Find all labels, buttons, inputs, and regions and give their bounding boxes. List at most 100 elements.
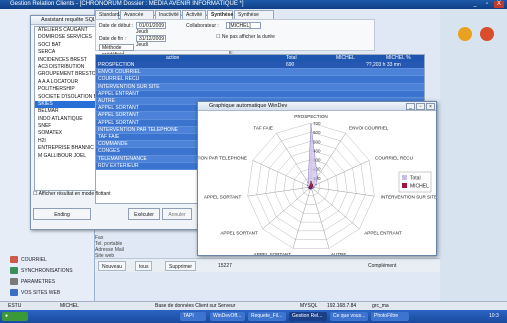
radar-point [311,184,314,186]
table-row[interactable]: INTERVENTION SUR SITE [96,83,424,91]
row-action: TAF FAIE [98,134,120,140]
radar-tick-label: 700 [313,121,321,126]
radar-category-label: APPEL SORTANT [254,252,292,255]
radar-tick-label: 600 [313,130,321,135]
date-end-field[interactable]: 31/12/2009 [136,35,166,42]
chart-window: Graphique automatique WinDev _ ▫ × 10020… [173,101,437,257]
table-row[interactable]: PROSPECTION 690 ??,203 h 33 mn [96,62,424,70]
status-bar: ESTU MICHEL Base de données Client sur S… [0,301,507,310]
nav-item-label: PARAMETRES [21,279,56,285]
start-button[interactable]: ● [2,312,28,321]
legend-label: MICHEL [410,184,429,190]
tab-4[interactable]: Synthèse [207,10,233,19]
mail-icon [10,256,18,264]
radar-category-label: TAF FAIE [253,125,273,130]
record-toolbar: Nouveau tous Supprimer 15227 Complément [95,258,440,272]
date-start-field[interactable]: 01/01/2009 [136,22,166,29]
nav-item-synchronisations[interactable]: SYNCHRONISATIONS [10,266,90,277]
row-action: ENVOI COURRIEL [98,69,141,76]
tab-2[interactable]: Inactivité [155,10,181,19]
radar-category-label: INTERVENTION SUR SITE [381,195,436,200]
execute-button[interactable]: Exécuter [128,208,160,220]
close-button[interactable]: X [494,1,504,8]
window-title: Gestion Relation Clients - [CHRONORUM Do… [10,1,244,7]
query-form: Date de début : 01/01/2009 Jeudi Date de… [95,19,375,58]
row-action: APPEL SORTANT [98,112,139,119]
taskbar-item[interactable]: Ce que vous... [330,312,368,321]
sync-icon [10,267,18,275]
row-action: INTERVENTION SUR SITE [98,83,160,90]
taskbar-item[interactable]: PhotoFiltre [371,312,409,321]
chart-window-title-bar: Graphique automatique WinDev _ ▫ × [198,102,436,111]
maximize-button[interactable]: ▫ [482,1,492,8]
help-round-icon[interactable] [458,27,472,41]
taskbar-item[interactable]: TAPI [180,312,206,321]
nav-item-courriel[interactable]: COURRIEL [10,255,90,266]
chart-maximize-button[interactable]: ▫ [416,103,425,110]
chart-close-button[interactable]: × [426,103,435,110]
row-action: APPEL SORTANT [98,119,139,126]
radar-point [309,184,311,187]
method-select[interactable]: Méthode prédéfinie [99,44,134,58]
taskbar-item[interactable]: Requete_Fil... [248,312,286,321]
nav-item-sites-web[interactable]: VOS SITES WEB [10,288,90,299]
window-title-bar: Gestion Relation Clients - [CHRONORUM Do… [0,0,507,9]
radar-tick-label: 500 [313,139,321,144]
radar-point [310,124,312,126]
row-action: PROSPECTION [98,62,135,68]
floating-result-checkbox[interactable]: ☐ Afficher résultat en mode flottant [33,190,128,199]
duration-checkbox-label[interactable]: ☐ Ne pas afficher la durée [216,34,275,40]
radar-category-label: AUTRE [331,252,347,255]
chart-minimize-button[interactable]: _ [406,103,415,110]
radar-chart: 100200300400500600700PROSPECTIONENVOI CO… [173,114,437,257]
grid-header-michel: MICHEL [336,55,355,61]
exit-round-icon[interactable] [480,27,494,41]
nav-item-label: VOS SITES WEB [21,290,61,296]
nav-item-label: SYNCHRONISATIONS [21,268,73,274]
radar-point [313,186,315,188]
taskbar-item[interactable]: Gestion Rel... [289,312,327,321]
tab-0[interactable]: Standard [95,10,119,19]
tab-3[interactable]: Activité [182,10,206,19]
radar-category-label: APPEL ENTRANT [364,231,402,236]
duration-checkbox-text: Ne pas afficher la durée [221,34,275,40]
collab-label: Collaborateur : [186,23,219,29]
new-button[interactable]: Nouveau [98,261,127,271]
radar-category-label: APPEL SORTANT [220,231,258,236]
grid-header-total: Total [286,55,297,61]
radar-category-label: ENVOI COURRIEL [349,125,389,130]
table-row[interactable]: APPEL ENTRANT [96,90,424,98]
cancel-button[interactable]: Annuler [162,208,192,220]
row-action: COURRIEL RECU [98,76,140,83]
taskbar-clock: 10:3 [489,313,499,319]
radar-spoke [262,186,312,230]
tab-1[interactable]: Avancée SQL [120,10,154,27]
row-total: 690 [286,62,295,68]
minimize-button[interactable]: _ [470,1,480,8]
radar-category-label: PROSPECTION [294,114,327,119]
radar-point [316,176,319,178]
windows-taskbar: ● TAPI WinDevOff... Requete_Fil... Gesti… [0,310,507,323]
nav-item-label: COURRIEL [21,257,47,263]
collab-select[interactable]: [MICHEL] [226,22,261,29]
row-action: CONGES [98,148,120,155]
delete-button[interactable]: Supprimer [165,261,197,271]
chart-window-title: Graphique automatique WinDev [209,103,288,109]
tab-5[interactable]: Synthèse commerciale [234,10,274,27]
nav-item-parametres[interactable]: PARAMETRES [10,277,90,288]
table-row[interactable]: ENVOI COURRIEL [96,69,424,77]
table-row[interactable]: COURRIEL RECU [96,76,424,84]
radar-point [307,184,309,187]
tous-button[interactable]: tous [135,261,153,271]
radar-category-label: APPEL SORTANT [204,195,242,200]
query-tabs: StandardAvancée SQLInactivitéActivitéSyn… [95,10,375,27]
row-michel: ??,203 h 33 mn [366,62,401,68]
date-end-day: Jeudi [136,42,148,48]
radar-point [312,187,314,190]
taskbar-item[interactable]: WinDevOff... [210,312,245,321]
floating-result-label: Afficher résultat en mode flottant [38,191,111,197]
ending-button[interactable]: Ending [33,208,91,220]
date-start-label: Date de début : [99,23,134,29]
right-side-panel [440,9,507,301]
grid-header-action: action [166,55,180,61]
